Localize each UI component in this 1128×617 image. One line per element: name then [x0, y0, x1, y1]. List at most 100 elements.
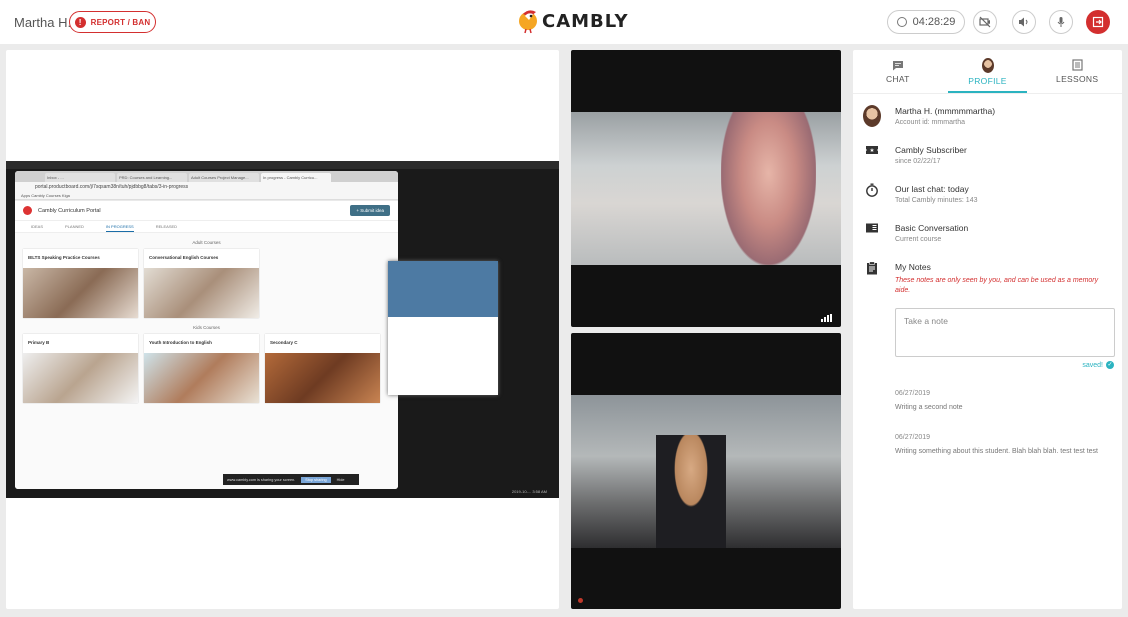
portal-nav: IDEAS PLANNED IN PROGRESS RELEASED: [15, 221, 398, 233]
signal-strength-icon: [821, 314, 832, 322]
subscriber-status: Cambly Subscriber: [895, 145, 967, 155]
tutor-person: [656, 435, 726, 548]
leave-session-button[interactable]: [1086, 10, 1110, 34]
card-row: Primary B Youth Introduction to English …: [15, 334, 398, 403]
notes-row: My Notes These notes are only seen by yo…: [863, 261, 1114, 296]
recording-dot-icon: [578, 598, 583, 603]
portal-nav-item: IDEAS: [31, 224, 44, 229]
profile-name-row: Martha H. (mmmmmartha) Account id: mmmar…: [863, 105, 1114, 128]
note-item: 06/27/2019 Writing something about this …: [895, 434, 1111, 457]
cambly-logo: CAMBLY: [517, 8, 628, 34]
course-card: Conversational English Courses: [144, 249, 259, 318]
course-card-title: Conversational English Courses: [149, 255, 219, 260]
microphone-button[interactable]: [1049, 10, 1073, 34]
shared-overlay-panel: [388, 261, 498, 395]
shared-timestamp: 2019-10-... 3:58 AM: [511, 489, 547, 494]
subscriber-row: Cambly Subscriber since 02/22/17: [863, 144, 1114, 167]
browser-tab: In progress - Cambly Curricu...: [261, 173, 331, 182]
section-heading: Kids Courses: [193, 325, 220, 330]
section-heading: Adult Courses: [192, 240, 221, 245]
overlay-header: [388, 261, 498, 317]
note-item: 06/27/2019 Writing a second note: [895, 390, 1111, 413]
tab-chat[interactable]: CHAT: [853, 50, 943, 93]
timer-icon: [896, 17, 907, 27]
logo-text: CAMBLY: [542, 10, 629, 32]
note-input[interactable]: Take a note: [895, 308, 1115, 357]
course-row: Basic Conversation Current course: [863, 222, 1114, 245]
student-video-frame: [571, 112, 841, 265]
camera-off-button[interactable]: [973, 10, 997, 34]
note-text: Writing something about this student. Bl…: [895, 448, 1098, 455]
chat-icon: [892, 60, 903, 70]
portal-logo-icon: [23, 206, 32, 215]
notes-title: My Notes: [895, 262, 931, 272]
stop-sharing-button: Stop sharing: [301, 476, 331, 483]
volume-button[interactable]: [1012, 10, 1036, 34]
course-image: [144, 268, 259, 318]
student-video: [571, 50, 841, 327]
side-tabs: CHAT PROFILE LESSONS: [853, 50, 1122, 94]
note-date: 06/27/2019: [895, 390, 931, 397]
portal-nav-item: PLANNED: [65, 224, 84, 229]
browser-url: portal.productboard.com/j/7sqsam38n/tuh/…: [15, 182, 398, 192]
tab-profile[interactable]: PROFILE: [943, 50, 1033, 93]
clipboard-icon: [867, 261, 877, 275]
note-text: Writing a second note: [895, 404, 963, 411]
browser-tab: Inbox - ...: [45, 173, 115, 182]
account-id: Account id: mmmartha: [895, 119, 966, 126]
course-card: Secondary C: [265, 334, 380, 403]
saved-label: saved!: [1082, 361, 1103, 369]
current-course: Basic Conversation: [895, 223, 969, 233]
portal-header: Cambly Curriculum Portal + Submit idea: [15, 201, 398, 221]
course-card-title: Youth Introduction to English: [149, 340, 212, 345]
hide-button: Hide: [336, 477, 345, 482]
tab-lessons[interactable]: LESSONS: [1032, 50, 1122, 93]
stopwatch-icon: [866, 183, 878, 197]
report-ban-button[interactable]: ! REPORT / BAN: [69, 11, 156, 33]
card-row: IELTS Speaking Practice Courses Conversa…: [15, 249, 398, 318]
tab-label: CHAT: [885, 73, 910, 84]
session-timer: 04:28:29: [887, 10, 965, 34]
course-image: [265, 353, 380, 403]
course-card: Primary B: [23, 334, 138, 403]
course-image: [144, 353, 259, 403]
share-banner: www.cambly.com is sharing your screen. S…: [223, 474, 359, 485]
saved-indicator: saved! ✓: [1082, 361, 1114, 369]
microphone-icon: [1057, 17, 1065, 27]
tab-label: LESSONS: [1056, 74, 1099, 84]
portal-page: Cambly Curriculum Portal + Submit idea I…: [15, 201, 398, 489]
total-minutes: Total Cambly minutes: 143: [895, 197, 978, 204]
tab-label: PROFILE: [968, 75, 1007, 86]
shared-browser-window: Inbox - ... PRD: Courses and Learning...…: [15, 171, 398, 489]
course-card: IELTS Speaking Practice Courses: [23, 249, 138, 318]
last-chat-row: Our last chat: today Total Cambly minute…: [863, 183, 1114, 206]
student-avatar: [863, 105, 881, 127]
timer-value: 04:28:29: [912, 16, 956, 28]
course-card: Youth Introduction to English: [144, 334, 259, 403]
profile-avatar-icon: [981, 57, 994, 73]
book-icon: [866, 223, 878, 233]
student-face: [721, 112, 816, 265]
shared-screen: Inbox - ... PRD: Courses and Learning...…: [6, 161, 559, 498]
cambly-bird-icon: [519, 10, 537, 34]
top-bar: Martha H. ! REPORT / BAN CAMBLY 04:28:29: [0, 0, 1128, 44]
report-ban-label: REPORT / BAN: [90, 17, 151, 27]
tutor-video-frame: [571, 395, 841, 548]
tutor-video: [571, 333, 841, 609]
side-panel: CHAT PROFILE LESSONS Martha H. (mmmmmart…: [853, 50, 1122, 609]
portal-title: Cambly Curriculum Portal: [38, 207, 101, 214]
course-image: [23, 353, 138, 403]
last-chat: Our last chat: today: [895, 184, 969, 194]
os-menubar: [6, 161, 559, 169]
profile-name: Martha H. (mmmmmartha): [895, 106, 996, 116]
student-name: Martha H.: [14, 15, 72, 30]
browser-bookmarks: Apps Cambly Courses Kiga: [15, 192, 398, 200]
course-image: [23, 268, 138, 318]
browser-tab: PRD: Courses and Learning...: [117, 173, 187, 182]
current-course-label: Current course: [895, 236, 942, 243]
notes-disclaimer: These notes are only seen by you, and ca…: [895, 277, 1099, 294]
video-off-icon: [979, 16, 991, 28]
browser-tabs: Inbox - ... PRD: Courses and Learning...…: [15, 171, 398, 182]
course-card-title: Primary B: [28, 340, 50, 345]
volume-icon: [1019, 17, 1028, 27]
